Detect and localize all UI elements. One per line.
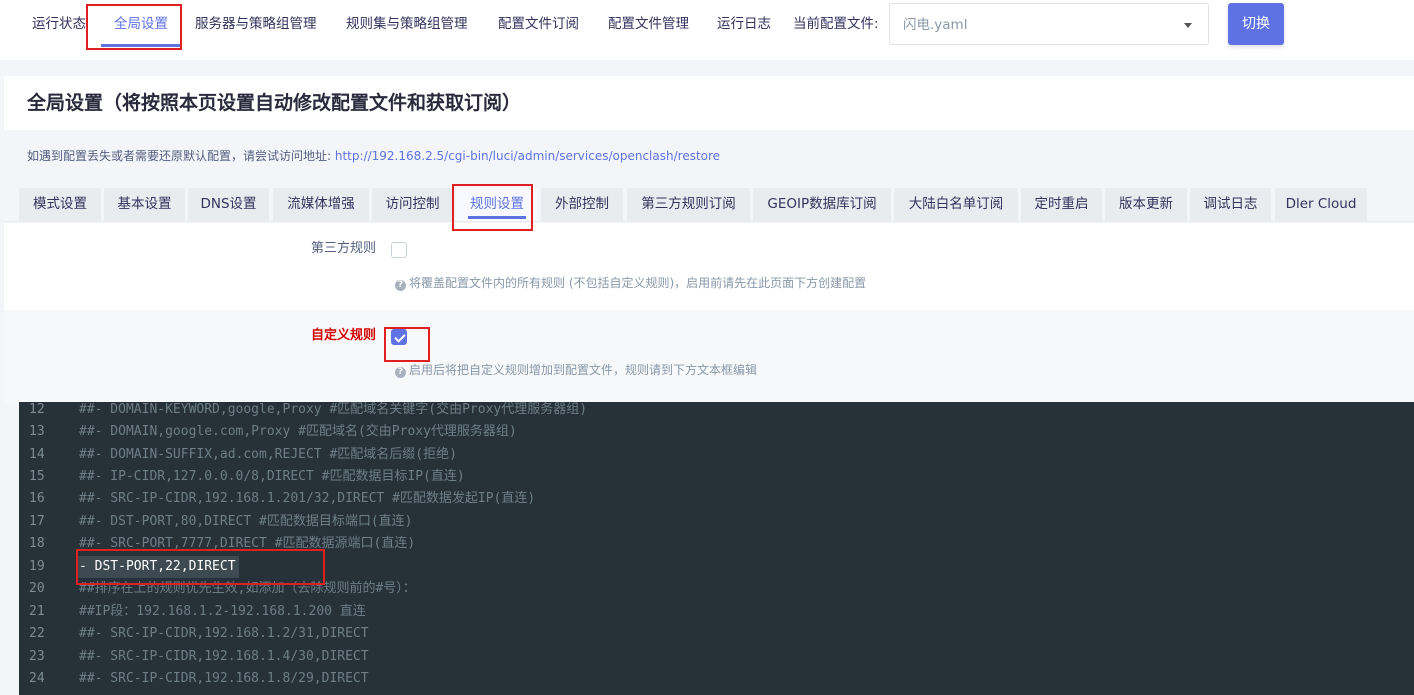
code-text[interactable]: ##- DOMAIN,google.com,Proxy #匹配域名(交由Prox… [79,421,517,443]
custom-rules-editor[interactable]: 12 ##- DOMAIN-KEYWORD,google,Proxy #匹配域名… [19,402,1414,695]
tab-streaming[interactable]: 流媒体增强 [273,188,369,221]
custom-rules-label: 自定义规则 [310,328,376,343]
tab-scheduled-restart[interactable]: 定时重启 [1021,188,1102,221]
code-line: 23 ##- SRC-IP-CIDR,192.168.1.4/30,DIRECT [19,646,1414,668]
nav-active-indicator [101,44,181,47]
code-text[interactable]: ##- SRC-PORT,7777,DIRECT #匹配数据源端口(直连) [79,533,415,555]
question-icon: ? [395,280,406,291]
page-title: 全局设置（将按照本页设置自动修改配置文件和获取订阅） [27,92,522,114]
code-line: 17 ##- DST-PORT,80,DIRECT #匹配数据目标端口(直连) [19,511,1414,533]
nav-item-config-subscribe[interactable]: 配置文件订阅 [498,14,579,34]
top-nav: 运行状态 全局设置 服务器与策略组管理 规则集与策略组管理 配置文件订阅 配置文… [0,0,1414,60]
chevron-down-icon [1184,23,1192,28]
nav-item-logs[interactable]: 运行日志 [717,14,771,34]
tab-version-update[interactable]: 版本更新 [1105,188,1187,221]
line-number: 15 [29,469,45,484]
tab-debug-log[interactable]: 调试日志 [1190,188,1271,221]
line-number: 21 [29,604,45,619]
tab-dns[interactable]: DNS设置 [188,188,269,221]
code-text[interactable]: ##- SRC-IP-CIDR,192.168.1.8/29,DIRECT [79,668,369,690]
title-card: 全局设置（将按照本页设置自动修改配置文件和获取订阅） [4,76,1414,130]
line-number: 20 [29,581,45,596]
code-line: 12 ##- DOMAIN-KEYWORD,google,Proxy #匹配域名… [19,402,1414,421]
tab-basic[interactable]: 基本设置 [104,188,185,221]
code-line: 24 ##- SRC-IP-CIDR,192.168.1.8/29,DIRECT [19,668,1414,690]
line-number: 24 [29,671,45,686]
code-text[interactable]: ##- IP-CIDR,127.0.0.0/8,DIRECT #匹配数据目标IP… [79,466,465,488]
line-number: 14 [29,447,45,462]
code-line: 18 ##- SRC-PORT,7777,DIRECT #匹配数据源端口(直连) [19,533,1414,555]
line-number: 22 [29,626,45,641]
nav-item-status[interactable]: 运行状态 [32,14,86,34]
code-text[interactable]: ##- SRC-IP-CIDR,192.168.1.4/30,DIRECT [79,646,369,668]
tab-third-party-rules[interactable]: 第三方规则订阅 [627,188,750,221]
line-number: 18 [29,536,45,551]
tab-access-control[interactable]: 访问控制 [372,188,453,221]
code-text[interactable]: ##- SRC-IP-CIDR,192.168.1.201/32,DIRECT … [79,488,535,510]
code-text[interactable]: - DST-PORT,22,DIRECT [79,556,236,578]
nav-item-rulesets[interactable]: 规则集与策略组管理 [346,14,468,34]
form-row-custom-rules: 自定义规则 ? 启用后将把自定义规则增加到配置文件，规则请到下方文本框编辑 [4,310,1414,402]
form-row-third-party-rules: 第三方规则 ? 将覆盖配置文件内的所有规则 (不包括自定义规则)，启用前请先在此页… [4,223,1414,310]
line-number: 23 [29,649,45,664]
code-text[interactable]: ##- DOMAIN-KEYWORD,google,Proxy #匹配域名关键字… [79,402,587,421]
tab-rules[interactable]: 规则设置 [456,188,538,221]
tab-geoip[interactable]: GEOIP数据库订阅 [753,188,891,221]
restore-note: 如遇到配置丢失或者需要还原默认配置，请尝试访问地址: http://192.16… [27,147,720,165]
code-text[interactable]: ##- SRC-IP-CIDR,192.168.1.2/31,DIRECT [79,623,369,645]
third-party-rules-checkbox[interactable] [391,242,407,258]
restore-note-text: 如遇到配置丢失或者需要还原默认配置，请尝试访问地址: [27,149,332,163]
config-file-value: 闪电.yaml [903,17,968,33]
custom-rules-hint: ? 启用后将把自定义规则增加到配置文件，规则请到下方文本框编辑 [395,362,757,378]
code-line-active: 19 - DST-PORT,22,DIRECT [19,556,1414,578]
code-text[interactable]: ##排序在上的规则优先生效,如添加（去除规则前的#号）： [79,578,416,600]
code-text[interactable]: ##IP段：192.168.1.2-192.168.1.200 直连 [79,601,366,623]
third-party-rules-hint: ? 将覆盖配置文件内的所有规则 (不包括自定义规则)，启用前请先在此页面下方创建配… [395,275,866,291]
line-number: 19 [29,559,45,574]
current-config-label: 当前配置文件: [793,16,879,32]
tab-china-whitelist[interactable]: 大陆白名单订阅 [894,188,1018,221]
tab-mode[interactable]: 模式设置 [19,188,101,221]
third-party-rules-hint-text: 将覆盖配置文件内的所有规则 (不包括自定义规则)，启用前请先在此页面下方创建配置 [409,276,867,290]
line-number: 13 [29,424,45,439]
code-line: 15 ##- IP-CIDR,127.0.0.0/8,DIRECT #匹配数据目… [19,466,1414,488]
tab-dler-cloud[interactable]: Dler Cloud [1275,188,1367,221]
code-text[interactable]: ##- DST-PORT,80,DIRECT #匹配数据目标端口(直连) [79,511,413,533]
line-number: 16 [29,491,45,506]
question-icon: ? [395,367,406,378]
config-file-select[interactable]: 闪电.yaml [889,3,1209,45]
settings-tabs: 模式设置 基本设置 DNS设置 流媒体增强 访问控制 规则设置 外部控制 第三方… [0,186,1414,222]
code-line: 20 ##排序在上的规则优先生效,如添加（去除规则前的#号）： [19,578,1414,600]
tab-external-control[interactable]: 外部控制 [541,188,623,221]
code-line: 14 ##- DOMAIN-SUFFIX,ad.com,REJECT #匹配域名… [19,444,1414,466]
switch-button[interactable]: 切换 [1228,3,1284,45]
custom-rules-hint-text: 启用后将把自定义规则增加到配置文件，规则请到下方文本框编辑 [409,363,758,377]
code-line: 22 ##- SRC-IP-CIDR,192.168.1.2/31,DIRECT [19,623,1414,645]
nav-item-servers[interactable]: 服务器与策略组管理 [195,14,317,34]
custom-rules-checkbox[interactable] [391,329,407,345]
line-number: 12 [29,402,45,417]
nav-item-global-settings[interactable]: 全局设置 [114,14,168,34]
code-line: 13 ##- DOMAIN,google.com,Proxy #匹配域名(交由P… [19,421,1414,443]
restore-link[interactable]: http://192.168.2.5/cgi-bin/luci/admin/se… [335,149,720,163]
code-text[interactable]: ##- DOMAIN-SUFFIX,ad.com,REJECT #匹配域名后缀(… [79,444,457,466]
third-party-rules-label: 第三方规则 [310,241,376,256]
code-line: 16 ##- SRC-IP-CIDR,192.168.1.201/32,DIRE… [19,488,1414,510]
line-number: 17 [29,514,45,529]
nav-item-config-manage[interactable]: 配置文件管理 [608,14,689,34]
code-line: 21 ##IP段：192.168.1.2-192.168.1.200 直连 [19,601,1414,623]
